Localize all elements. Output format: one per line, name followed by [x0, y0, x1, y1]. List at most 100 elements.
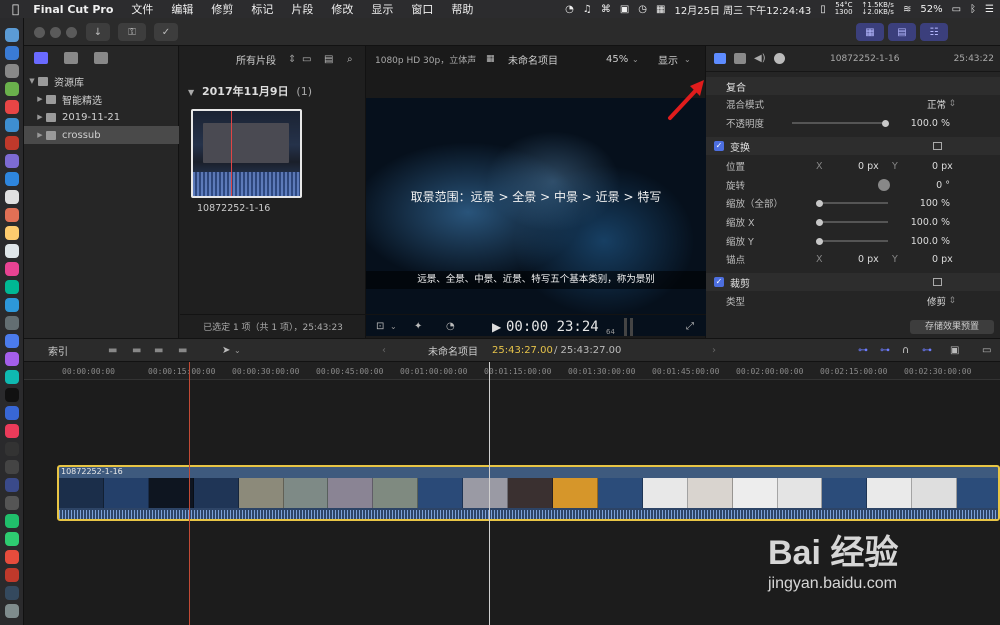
vpn-icon[interactable] [5, 478, 19, 492]
speed-icon[interactable]: ◔ [446, 321, 455, 332]
calendar-icon[interactable]: ▦ [656, 4, 665, 15]
chevron-updown-icon[interactable]: ⇕ [948, 296, 956, 306]
scale-x-slider[interactable] [816, 221, 888, 223]
overwrite-clip-icon[interactable]: ▬ [178, 345, 187, 356]
app-icon[interactable] [5, 496, 19, 510]
menu-trim[interactable]: 修剪 [211, 1, 233, 17]
keyword-button[interactable]: ⚿ [118, 23, 146, 41]
cpu-stat[interactable]: 54°C 1300 [835, 2, 853, 16]
fullscreen-icon[interactable]: ⤢ [686, 321, 694, 332]
position-x-value[interactable]: 0 px [858, 161, 879, 172]
composite-section[interactable]: 复合 [706, 77, 1000, 95]
notification-icon[interactable]: ☰ [985, 4, 994, 15]
video-canvas[interactable] [366, 98, 706, 336]
menu-view[interactable]: 显示 [371, 1, 393, 17]
chevron-down-icon[interactable]: ⌄ [632, 55, 639, 64]
menu-file[interactable]: 文件 [131, 1, 153, 17]
music-icon[interactable]: ♫ [583, 4, 592, 15]
connect-clip-icon[interactable]: ▬ [108, 345, 117, 356]
chevron-down-icon[interactable]: ⌄ [684, 55, 691, 64]
menu-edit[interactable]: 编辑 [171, 1, 193, 17]
scale-y-slider[interactable] [816, 240, 888, 242]
show-inspector-button[interactable]: ☷ [920, 23, 948, 41]
menu-app-name[interactable]: Final Cut Pro [33, 3, 113, 16]
qq-icon[interactable]: ◔ [565, 4, 574, 15]
search-icon[interactable]: ⌕ [347, 54, 353, 65]
battery-icon[interactable]: ▭ [952, 4, 961, 15]
scale-all-slider[interactable] [816, 202, 888, 204]
rotation-dial[interactable] [878, 179, 890, 191]
library-item-smart[interactable]: ▶ 智能精选 [24, 90, 179, 108]
timeline-ruler[interactable]: 00:00:00:00 00:00:15:00:00 00:00:30:00:0… [24, 362, 1000, 380]
bluetooth-icon[interactable]: ᛒ [970, 4, 976, 15]
insert-clip-icon[interactable]: ▬ [132, 345, 141, 356]
android-icon[interactable] [5, 82, 19, 96]
scale-all-value[interactable]: 100 % [920, 198, 950, 209]
playhead[interactable] [489, 362, 490, 625]
disclosure-closed-icon[interactable]: ▶ [34, 131, 46, 139]
apple-icon[interactable]:  [12, 2, 19, 16]
chevron-updown-icon[interactable]: ⇕ [288, 54, 296, 65]
app-icon[interactable] [5, 460, 19, 474]
background-tasks-button[interactable]: ✓ [154, 23, 178, 41]
play-icon[interactable]: ▶ [492, 320, 501, 334]
menu-modify[interactable]: 修改 [331, 1, 353, 17]
terminal-icon[interactable] [5, 442, 19, 456]
app-icon[interactable] [5, 244, 19, 258]
append-clip-icon[interactable]: ▬ [154, 345, 163, 356]
forward-icon[interactable]: › [712, 345, 716, 356]
app-icon[interactable] [5, 370, 19, 384]
app-icon[interactable] [5, 316, 19, 330]
onscreen-control-icon[interactable] [933, 142, 942, 150]
app-icon[interactable] [5, 154, 19, 168]
disclosure-closed-icon[interactable]: ▶ [34, 95, 46, 103]
info-icon[interactable] [773, 53, 785, 64]
app-icon[interactable] [5, 334, 19, 348]
app-icon[interactable] [5, 568, 19, 582]
position-y-value[interactable]: 0 px [932, 161, 953, 172]
select-tool-icon[interactable]: ➤ [222, 345, 230, 356]
headphones-icon[interactable]: ∩ [902, 345, 909, 356]
enhance-icon[interactable]: ✦ [414, 321, 422, 332]
wifi-icon[interactable]: ≋ [903, 4, 911, 15]
app-icon[interactable] [5, 280, 19, 294]
anchor-x-value[interactable]: 0 px [858, 254, 879, 265]
chrome-icon[interactable] [5, 100, 19, 114]
app-icon[interactable] [5, 298, 19, 312]
transform-section[interactable]: ✓ 变换 [706, 137, 1000, 155]
transform-icon[interactable]: ⊡ [376, 321, 384, 332]
phone-icon[interactable]: ▯ [820, 4, 826, 15]
app-icon[interactable] [5, 136, 19, 150]
effects-browser-icon[interactable]: ▭ [982, 345, 991, 356]
menubar-date[interactable]: 12月25日 周三 下午12:24:43 [674, 2, 811, 17]
clip-thumbnail[interactable] [191, 109, 302, 198]
date-group-header[interactable]: ▼ 2017年11月9日 (1) [188, 83, 312, 99]
anchor-y-value[interactable]: 0 px [932, 254, 953, 265]
opacity-slider[interactable] [792, 122, 888, 124]
onscreen-control-icon[interactable] [933, 278, 942, 286]
app-icon[interactable] [5, 172, 19, 186]
menubar-battery[interactable]: 52% [920, 4, 942, 15]
minimize-window-button[interactable] [50, 27, 61, 38]
crop-type-value[interactable]: 修剪 [927, 294, 946, 308]
menu-clip[interactable]: 片段 [291, 1, 313, 17]
audio-inspector-tab[interactable]: ◀) [754, 53, 766, 64]
disclosure-open-icon[interactable]: ▼ [188, 88, 194, 97]
scale-y-value[interactable]: 100.0 % [911, 236, 950, 247]
notes-icon[interactable] [5, 190, 19, 204]
safari-icon[interactable] [5, 46, 19, 60]
import-button[interactable]: ↓ [86, 23, 110, 41]
chevron-updown-icon[interactable]: ⇕ [948, 99, 956, 109]
tv-icon[interactable] [5, 388, 19, 402]
app-store-icon[interactable] [5, 118, 19, 132]
opacity-value[interactable]: 100.0 % [911, 118, 950, 129]
fcp-icon[interactable] [5, 586, 19, 600]
snapping-icon[interactable]: ⊶ [922, 345, 932, 356]
photos-audio-icon[interactable] [64, 52, 78, 64]
back-icon[interactable]: ‹ [382, 345, 386, 356]
video-inspector-tab[interactable] [714, 53, 726, 64]
scale-x-value[interactable]: 100.0 % [911, 217, 950, 228]
menu-mark[interactable]: 标记 [251, 1, 273, 17]
scale-x-slider-knob[interactable] [816, 219, 823, 226]
library-item-crossub[interactable]: ▶ crossub [24, 126, 179, 144]
